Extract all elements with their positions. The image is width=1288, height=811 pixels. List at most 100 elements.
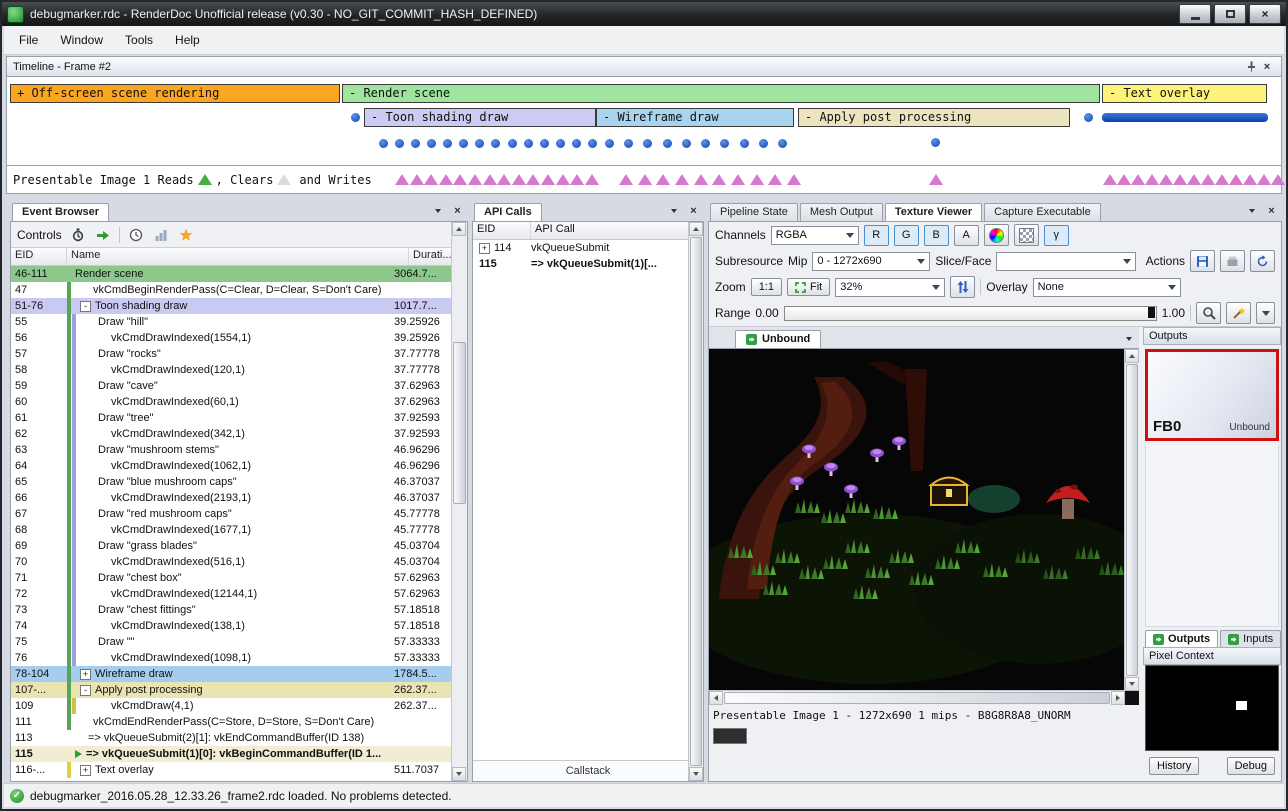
write-marker-triangle[interactable] (1103, 174, 1117, 185)
draw-event-dot[interactable] (508, 139, 517, 148)
write-marker-triangle[interactable] (619, 174, 633, 185)
event-row[interactable]: 56vkCmdDrawIndexed(1554,1)39.25926 (11, 330, 452, 346)
draw-event-dot[interactable] (682, 139, 691, 148)
event-row[interactable]: 111vkCmdEndRenderPass(C=Store, D=Store, … (11, 714, 452, 730)
write-marker-triangle[interactable] (556, 174, 570, 185)
tab-inputs[interactable]: Inputs (1220, 630, 1281, 647)
write-marker-triangle[interactable] (526, 174, 540, 185)
clock-icon[interactable] (127, 226, 145, 244)
menu-window[interactable]: Window (49, 28, 114, 52)
draw-event-dot[interactable] (443, 139, 452, 148)
tab-event-browser[interactable]: Event Browser (12, 203, 109, 221)
column-eid[interactable]: EID (473, 222, 531, 239)
channels-combo[interactable]: RGBA (771, 226, 859, 245)
write-marker-triangle[interactable] (750, 174, 764, 185)
draw-event-dot[interactable] (740, 139, 749, 148)
timeline-block-text-overlay[interactable]: - Text overlay (1102, 84, 1267, 103)
collapse-icon[interactable]: - (80, 301, 91, 312)
event-row[interactable]: 57Draw "rocks"37.77778 (11, 346, 452, 362)
texture-vertical-scrollbar[interactable] (1124, 349, 1139, 691)
stats-chart-icon[interactable] (152, 226, 170, 244)
write-marker-triangle[interactable] (675, 174, 689, 185)
write-marker-triangle[interactable] (512, 174, 526, 185)
history-button[interactable]: History (1149, 757, 1199, 775)
minimize-button[interactable] (1179, 4, 1211, 24)
red-channel-button[interactable]: R (864, 225, 889, 246)
column-api-call[interactable]: API Call (531, 222, 703, 239)
hdr-color-wheel-icon[interactable] (984, 224, 1009, 246)
draw-event-dot[interactable] (427, 139, 436, 148)
api-call-row[interactable]: +114vkQueueSubmit (473, 240, 689, 256)
zoom-percent-combo[interactable]: 32% (835, 278, 945, 297)
write-marker-triangle[interactable] (929, 174, 943, 185)
zoom-range-magnifier-icon[interactable] (1196, 302, 1221, 324)
write-marker-triangle[interactable] (1271, 174, 1285, 185)
draw-event-dot[interactable] (351, 113, 360, 122)
write-marker-triangle[interactable] (731, 174, 745, 185)
column-name[interactable]: Name (67, 248, 409, 265)
write-marker-triangle[interactable] (410, 174, 424, 185)
draw-event-dot[interactable] (663, 139, 672, 148)
dock-menu-icon[interactable] (430, 203, 445, 218)
texture-image[interactable] (709, 349, 1139, 705)
write-marker-triangle[interactable] (395, 174, 409, 185)
draw-event-dot[interactable] (588, 139, 597, 148)
tab-mesh-output[interactable]: Mesh Output (800, 203, 883, 221)
gamma-button[interactable]: γ (1044, 225, 1069, 246)
write-marker-triangle[interactable] (541, 174, 555, 185)
draw-event-dot[interactable] (540, 139, 549, 148)
column-eid[interactable]: EID (11, 248, 67, 265)
tab-api-calls[interactable]: API Calls (474, 203, 542, 221)
time-durations-icon[interactable] (69, 226, 87, 244)
timeline-block-post-processing[interactable]: - Apply post processing (798, 108, 1070, 127)
event-row[interactable]: 115=> vkQueueSubmit(1)[0]: vkBeginComman… (11, 746, 452, 762)
event-row[interactable]: 74vkCmdDrawIndexed(138,1)57.18518 (11, 618, 452, 634)
texture-tab-unbound[interactable]: Unbound (735, 330, 821, 348)
draw-event-dot[interactable] (379, 139, 388, 148)
event-row[interactable]: 116-...+Text overlay511.7037 (11, 762, 452, 778)
timeline-block-wireframe[interactable]: - Wireframe draw (596, 108, 794, 127)
event-browser-scrollbar[interactable] (451, 222, 467, 781)
write-marker-triangle[interactable] (1187, 174, 1201, 185)
close-button[interactable]: × (1249, 4, 1281, 24)
mip-combo[interactable]: 0 - 1272x690 (812, 252, 930, 271)
range-max-handle[interactable] (1148, 307, 1155, 318)
goto-current-event-icon[interactable] (94, 226, 112, 244)
event-row[interactable]: 55Draw "hill"39.25926 (11, 314, 452, 330)
pixel-context-view[interactable] (1145, 665, 1279, 751)
event-row[interactable]: 51-76-Toon shading draw1017.7... (11, 298, 452, 314)
write-marker-triangle[interactable] (638, 174, 652, 185)
tab-texture-viewer[interactable]: Texture Viewer (885, 203, 982, 221)
draw-event-dot[interactable] (475, 139, 484, 148)
draw-event-dot[interactable] (701, 139, 710, 148)
write-marker-triangle[interactable] (1145, 174, 1159, 185)
event-row[interactable]: 47vkCmdBeginRenderPass(C=Clear, D=Clear,… (11, 282, 452, 298)
autofit-wand-icon[interactable] (1226, 302, 1251, 324)
write-marker-triangle[interactable] (656, 174, 670, 185)
event-row[interactable]: 71Draw "chest box"57.62963 (11, 570, 452, 586)
range-slider[interactable] (784, 306, 1157, 321)
event-row[interactable]: 60vkCmdDrawIndexed(60,1)37.62963 (11, 394, 452, 410)
write-marker-triangle[interactable] (497, 174, 511, 185)
zoom-1to1-button[interactable]: 1:1 (751, 278, 782, 296)
write-marker-triangle[interactable] (453, 174, 467, 185)
write-marker-triangle[interactable] (1229, 174, 1243, 185)
event-row[interactable]: 76vkCmdDrawIndexed(1098,1)57.33333 (11, 650, 452, 666)
expand-icon[interactable]: + (80, 765, 91, 776)
debug-button[interactable]: Debug (1227, 757, 1275, 775)
draw-event-dot[interactable] (720, 139, 729, 148)
toolbar-overflow-button[interactable] (1256, 302, 1275, 324)
flip-y-icon[interactable] (950, 276, 975, 298)
write-marker-triangle[interactable] (585, 174, 599, 185)
write-marker-triangle[interactable] (1159, 174, 1173, 185)
event-row[interactable]: 58vkCmdDrawIndexed(120,1)37.77778 (11, 362, 452, 378)
alpha-channel-button[interactable]: A (954, 225, 979, 246)
expand-icon[interactable]: + (80, 669, 91, 680)
checkerboard-background-icon[interactable] (1014, 224, 1039, 246)
write-marker-triangle[interactable] (483, 174, 497, 185)
draw-event-dot[interactable] (524, 139, 533, 148)
overlay-combo[interactable]: None (1033, 278, 1181, 297)
draw-event-dot[interactable] (411, 139, 420, 148)
timeline-block-offscreen[interactable]: + Off-screen scene rendering (10, 84, 340, 103)
event-row[interactable]: 61Draw "tree"37.92593 (11, 410, 452, 426)
